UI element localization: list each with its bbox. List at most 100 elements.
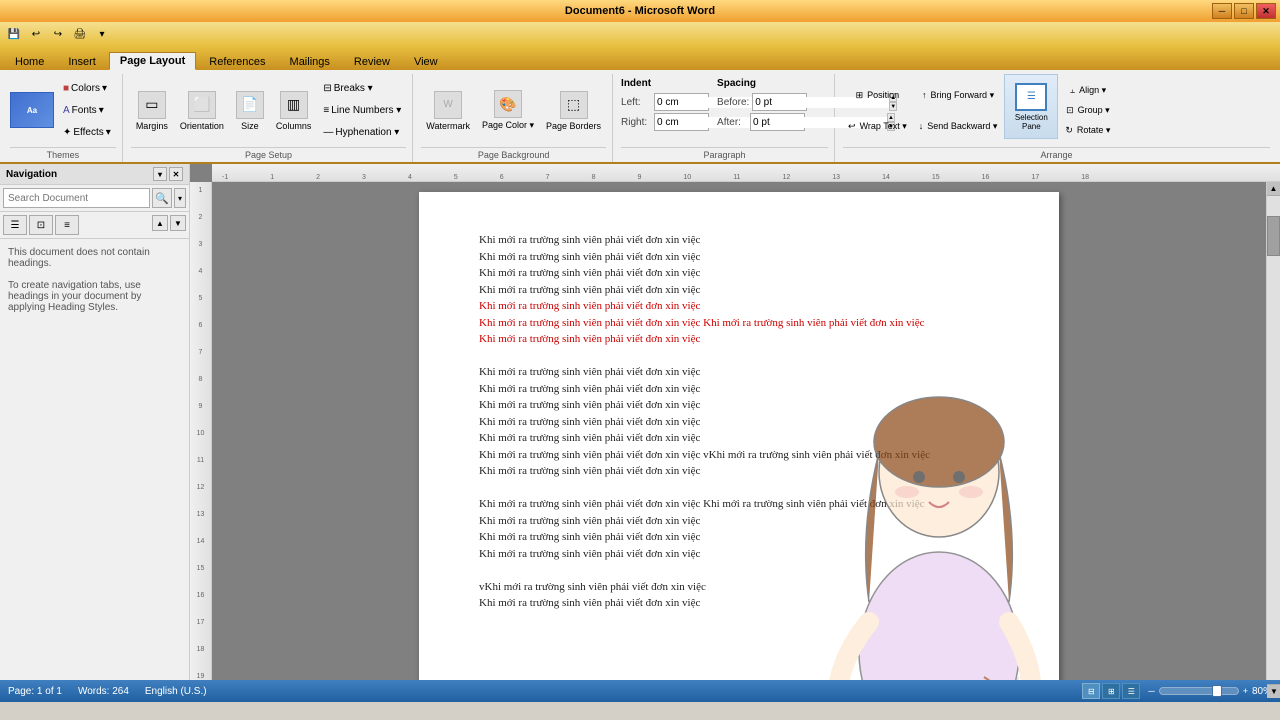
ribbon-tabs: Home Insert Page Layout References Maili… — [0, 46, 1280, 70]
vertical-scrollbar[interactable]: ▲ ▼ — [1266, 182, 1280, 680]
minimize-button[interactable]: ─ — [1212, 3, 1232, 19]
close-button[interactable]: ✕ — [1256, 3, 1276, 19]
zoom-slider[interactable] — [1159, 687, 1239, 695]
margins-button[interactable]: ▭ Margins — [131, 81, 173, 141]
doc-line: Khi mới ra trường sinh viên phải viết đơ… — [479, 364, 999, 381]
ruler-area: -11234 56789 1011121314 15161718 12345 6… — [190, 164, 1280, 680]
search-options[interactable]: ▾ — [174, 188, 186, 208]
doc-line: Khi mới ra trường sinh viên phải viết đơ… — [479, 265, 999, 282]
print-button[interactable]: 🖨 — [70, 25, 90, 43]
doc-line: Khi mới ra trường sinh viên phải viết đơ… — [479, 298, 999, 315]
paragraph-group: Indent Left: ▲ ▼ Right: — [615, 74, 835, 162]
doc-line: Khi mới ra trường sinh viên phải viết đơ… — [479, 381, 999, 398]
before-label: Before: — [717, 97, 749, 108]
arrange-group: ⊞ Position ↩ Wrap Text ▾ ↑ Bring Forward… — [837, 74, 1276, 162]
nav-search-input[interactable] — [3, 188, 150, 208]
watermark-icon: W — [434, 91, 462, 119]
page-count: Page: 1 of 1 — [8, 686, 62, 697]
hyphenation-button[interactable]: —Hyphenation ▾ — [318, 123, 406, 143]
colors-button[interactable]: ■ Colors ▾ — [58, 78, 116, 98]
full-reading-button[interactable]: ⊞ — [1102, 683, 1120, 699]
search-button[interactable]: 🔍 — [152, 188, 172, 208]
nav-pane-header: Navigation ▾ ✕ — [0, 164, 189, 185]
page-color-icon: 🎨 — [494, 90, 522, 118]
doc-line: Khi mới ra trường sinh viên phải viết đơ… — [479, 447, 999, 464]
tab-references[interactable]: References — [198, 53, 276, 70]
position-icon: ⊞ — [856, 90, 864, 101]
doc-line: Khi mới ra trường sinh viên phải viết đơ… — [479, 529, 999, 546]
save-button[interactable]: 💾 — [4, 25, 24, 43]
page-borders-button[interactable]: ⬚ Page Borders — [541, 81, 606, 141]
nav-content: This document does not contain headings.… — [0, 239, 189, 680]
watermark-button[interactable]: W Watermark — [421, 81, 475, 141]
tab-page-layout[interactable]: Page Layout — [109, 52, 196, 70]
maximize-button[interactable]: □ — [1234, 3, 1254, 19]
document-scroll[interactable]: Khi mới ra trường sinh viên phải viết đơ… — [212, 182, 1266, 680]
nav-scroll-up[interactable]: ▲ — [152, 215, 168, 231]
spacing-label: Spacing — [717, 78, 807, 89]
send-backward-button[interactable]: ↓ Send Backward ▾ — [914, 111, 1003, 141]
page-background-label: Page Background — [421, 147, 606, 160]
themes-group: Aa ■ Colors ▾ A Fonts ▾ ✦ Effects — [4, 74, 123, 162]
tab-view[interactable]: View — [403, 53, 449, 70]
nav-scroll-down[interactable]: ▼ — [170, 215, 186, 231]
zoom-thumb[interactable] — [1212, 685, 1222, 697]
doc-line: Khi mới ra trường sinh viên phải viết đơ… — [479, 513, 999, 530]
redo-button[interactable]: ↪ — [48, 25, 68, 43]
selection-pane-button[interactable]: ☰ Selection Pane — [1004, 74, 1058, 139]
qa-dropdown[interactable]: ▾ — [92, 25, 112, 43]
scroll-up-button[interactable]: ▲ — [1267, 182, 1280, 196]
doc-line: Khi mới ra trường sinh viên phải viết đơ… — [479, 397, 999, 414]
bring-forward-icon: ↑ — [922, 90, 927, 100]
size-button[interactable]: 📄 Size — [231, 81, 269, 141]
columns-button[interactable]: ▥ Columns — [271, 81, 317, 141]
columns-icon: ▥ — [280, 91, 308, 119]
page-color-button[interactable]: 🎨 Page Color ▾ — [477, 81, 539, 141]
zoom-out-button[interactable]: ─ — [1148, 686, 1154, 696]
arrange-label: Arrange — [843, 147, 1270, 160]
bring-forward-button[interactable]: ↑ Bring Forward ▾ — [914, 80, 1003, 110]
effects-button[interactable]: ✦ Effects ▾ — [58, 122, 116, 142]
nav-pane-close[interactable]: ✕ — [169, 167, 183, 181]
fonts-button[interactable]: A Fonts ▾ — [58, 100, 116, 120]
nav-pane-collapse[interactable]: ▾ — [153, 167, 167, 181]
doc-line — [479, 562, 999, 579]
tab-insert[interactable]: Insert — [57, 53, 107, 70]
nav-hint: To create navigation tabs, use headings … — [8, 280, 181, 313]
wrap-text-button[interactable]: ↩ Wrap Text ▾ — [843, 111, 912, 141]
page-borders-icon: ⬚ — [560, 91, 588, 119]
align-button[interactable]: ⫠Align ▾ — [1060, 81, 1115, 100]
nav-tab-pages[interactable]: ⊡ — [29, 215, 53, 235]
selection-pane-label: Selection Pane — [1007, 113, 1055, 131]
horizontal-ruler: -11234 56789 1011121314 15161718 — [212, 164, 1280, 182]
nav-pane-title: Navigation — [6, 169, 57, 180]
send-backward-icon: ↓ — [919, 121, 924, 131]
position-button[interactable]: ⊞ Position — [843, 80, 912, 110]
group-button[interactable]: ⊡Group ▾ — [1060, 101, 1115, 120]
rotate-button[interactable]: ↻Rotate ▾ — [1060, 121, 1115, 140]
nav-tab-results[interactable]: ≡ — [55, 215, 79, 235]
scroll-thumb[interactable] — [1267, 216, 1280, 256]
right-label: Right: — [621, 117, 651, 128]
nav-tab-headings[interactable]: ☰ — [3, 215, 27, 235]
tab-home[interactable]: Home — [4, 53, 55, 70]
ribbon: Aa ■ Colors ▾ A Fonts ▾ ✦ Effects — [0, 70, 1280, 164]
nav-pane-search-area: 🔍 ▾ — [0, 185, 189, 212]
tab-review[interactable]: Review — [343, 53, 401, 70]
line-numbers-button[interactable]: ≡Line Numbers ▾ — [318, 101, 406, 121]
print-layout-button[interactable]: ⊟ — [1082, 683, 1100, 699]
tab-mailings[interactable]: Mailings — [279, 53, 341, 70]
size-icon: 📄 — [236, 91, 264, 119]
web-layout-button[interactable]: ☰ — [1122, 683, 1140, 699]
ruler-marks: -11234 56789 1011121314 15161718 — [212, 164, 1280, 181]
breaks-button[interactable]: ⊟Breaks ▾ — [318, 79, 406, 99]
page-setup-label: Page Setup — [131, 147, 406, 160]
doc-line: Khi mới ra trường sinh viên phải viết đơ… — [479, 496, 999, 513]
undo-button[interactable]: ↩ — [26, 25, 46, 43]
nav-tabs: ☰ ⊡ ≡ ▲ ▼ — [0, 212, 189, 239]
doc-line: Khi mới ra trường sinh viên phải viết đơ… — [479, 232, 999, 249]
doc-line: Khi mới ra trường sinh viên phải viết đơ… — [479, 331, 999, 348]
zoom-in-button[interactable]: + — [1243, 686, 1248, 696]
orientation-button[interactable]: ⬜ Orientation — [175, 81, 229, 141]
doc-line: Khi mới ra trường sinh viên phải viết đơ… — [479, 463, 999, 480]
